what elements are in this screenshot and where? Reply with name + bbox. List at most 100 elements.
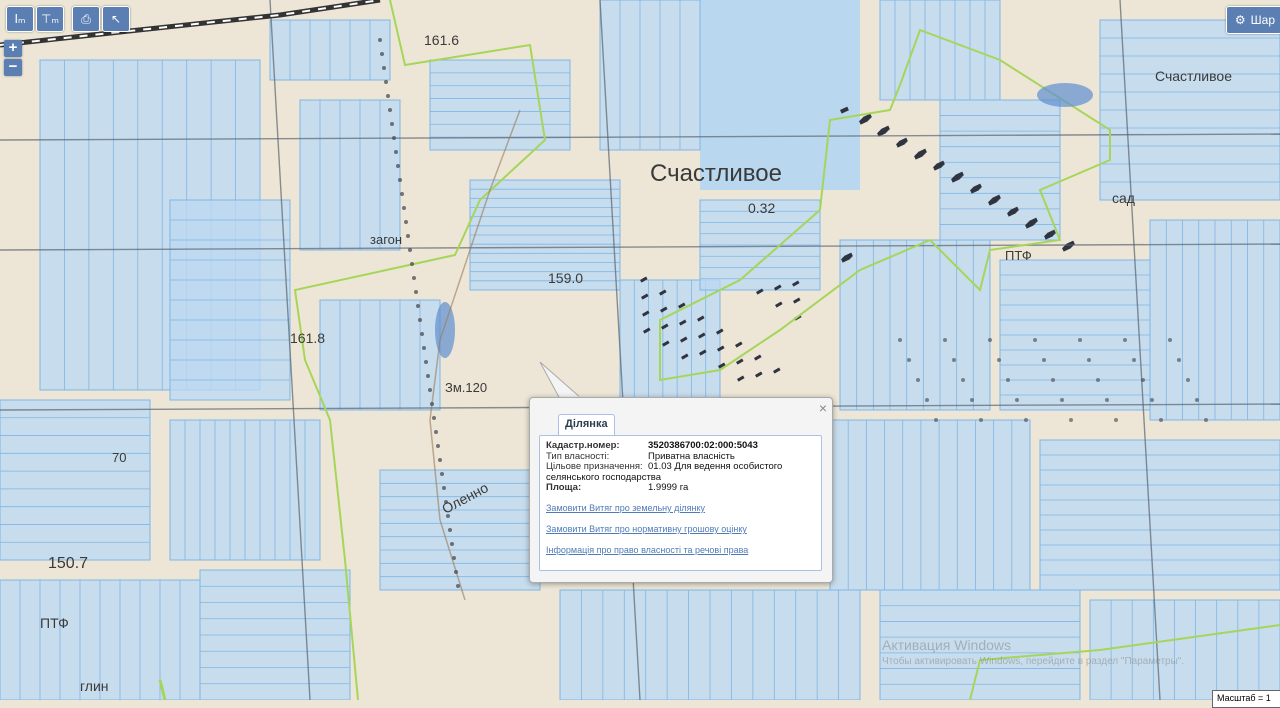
parcel-block [379,469,541,591]
tab-parcel[interactable]: Ділянка [558,414,615,437]
tree-dot [907,358,911,362]
tree-dot [436,444,440,448]
printer-icon[interactable]: ⎙ [72,6,100,32]
tree-dot [1087,358,1091,362]
select-pointer-icon[interactable]: ↖ [102,6,130,32]
tree-dot [1177,358,1181,362]
tree-dot [1042,358,1046,362]
tree-dot [952,358,956,362]
tree-dot [440,472,444,476]
tree-dot [898,338,902,342]
order-parcel-extract-link[interactable]: Замовити Витяг про земельну ділянку [546,503,705,513]
tree-dot [424,360,428,364]
tree-dot [925,398,929,402]
zoom-in-button[interactable]: + [4,40,22,57]
tree-dot [398,178,402,182]
tree-dot [448,528,452,532]
tree-dot [384,80,388,84]
tree-dot [442,486,446,490]
tree-dot [970,398,974,402]
tree-dot [456,584,460,588]
tree-dot [414,290,418,294]
tree-dot [400,192,404,196]
popup-body: Кадастр.номер: 3520386700:02:000:5043 Тип… [539,435,822,571]
tree-dot [1168,338,1172,342]
close-icon[interactable]: × [819,400,827,416]
tree-dot [446,514,450,518]
tree-dot [1105,398,1109,402]
tree-dot [1096,378,1100,382]
tree-dot [452,556,456,560]
parcel-block [0,399,151,561]
field-label: Площа: [546,482,582,493]
tree-dot [997,358,1001,362]
popup-pointer [539,361,584,400]
tree-dot [450,542,454,546]
tree-dot [430,402,434,406]
tree-dot [916,378,920,382]
windows-activation-text: Чтобы активировать Windows, перейдите в … [882,656,1185,667]
field-area: Площа: 1.9999 га [546,482,688,493]
windows-activation-title: Активация Windows [882,637,1012,653]
tree-dot [404,220,408,224]
parcel-block [939,99,1061,241]
tree-dot [934,418,938,422]
tree-dot [1150,398,1154,402]
parcel-popup: × Ділянка Кадастр.номер: 3520386700:02:00… [529,397,833,583]
map-toolbar: Iₘ ⊤ₘ ⎙ ↖ [6,6,136,32]
tree-dot [438,458,442,462]
zoom-out-button[interactable]: − [4,59,22,76]
field-label: Кадастр.номер: [546,440,620,451]
tree-dot [1141,378,1145,382]
tree-dot [420,332,424,336]
tree-dot [1069,418,1073,422]
tree-dot [388,108,392,112]
tree-dot [406,234,410,238]
area-measure-icon[interactable]: ⊤ₘ [36,6,64,32]
tree-dot [412,276,416,280]
field-cadastral-number: Кадастр.номер: 3520386700:02:000:5043 [546,440,758,451]
tree-dot [422,346,426,350]
map-canvas[interactable]: Счастливое 0.32 загон 159.0 161.6 161.8 150.7 П… [0,0,1280,700]
tree-dot [1204,418,1208,422]
cadastral-number-value: 3520386700:02:000:5043 [648,440,758,451]
tree-dot [1078,338,1082,342]
parcel-block [429,59,571,151]
scale-indicator: Масштаб = 1 [1212,690,1280,708]
tree-dot [432,416,436,420]
tree-dot [410,262,414,266]
tree-dot [428,388,432,392]
pond [1037,83,1093,107]
tree-dot [434,430,438,434]
tree-dot [1132,358,1136,362]
parcel-block [1089,599,1280,700]
parcel-block [299,99,401,251]
order-valuation-extract-link[interactable]: Замовити Витяг про нормативну грошову оц… [546,524,747,534]
tree-dot [454,570,458,574]
tree-dot [390,122,394,126]
tree-dot [378,38,382,42]
water-area [700,0,860,190]
ownership-info-link[interactable]: Інформація про право власності та речові… [546,545,748,555]
tree-dot [1006,378,1010,382]
tree-dot [394,150,398,154]
tree-dot [1015,398,1019,402]
tree-dot [988,338,992,342]
tree-dot [382,66,386,70]
tree-dot [979,418,983,422]
tree-dot [396,164,400,168]
tree-dot [416,304,420,308]
tree-dot [418,318,422,322]
tree-dot [1033,338,1037,342]
ruler-icon[interactable]: Iₘ [6,6,34,32]
tree-dot [426,374,430,378]
field-purpose: Цільове призначення: 01.03 Для ведення ос… [546,461,806,483]
tree-dot [1159,418,1163,422]
tree-dot [408,248,412,252]
layers-button[interactable]: ⚙ Шар [1225,6,1280,34]
area-value: 1.9999 га [648,482,689,493]
map-svg[interactable] [0,0,1280,700]
parcel-block [829,419,1031,591]
field-label: Цільове призначення: [546,461,643,472]
pond [435,302,455,358]
